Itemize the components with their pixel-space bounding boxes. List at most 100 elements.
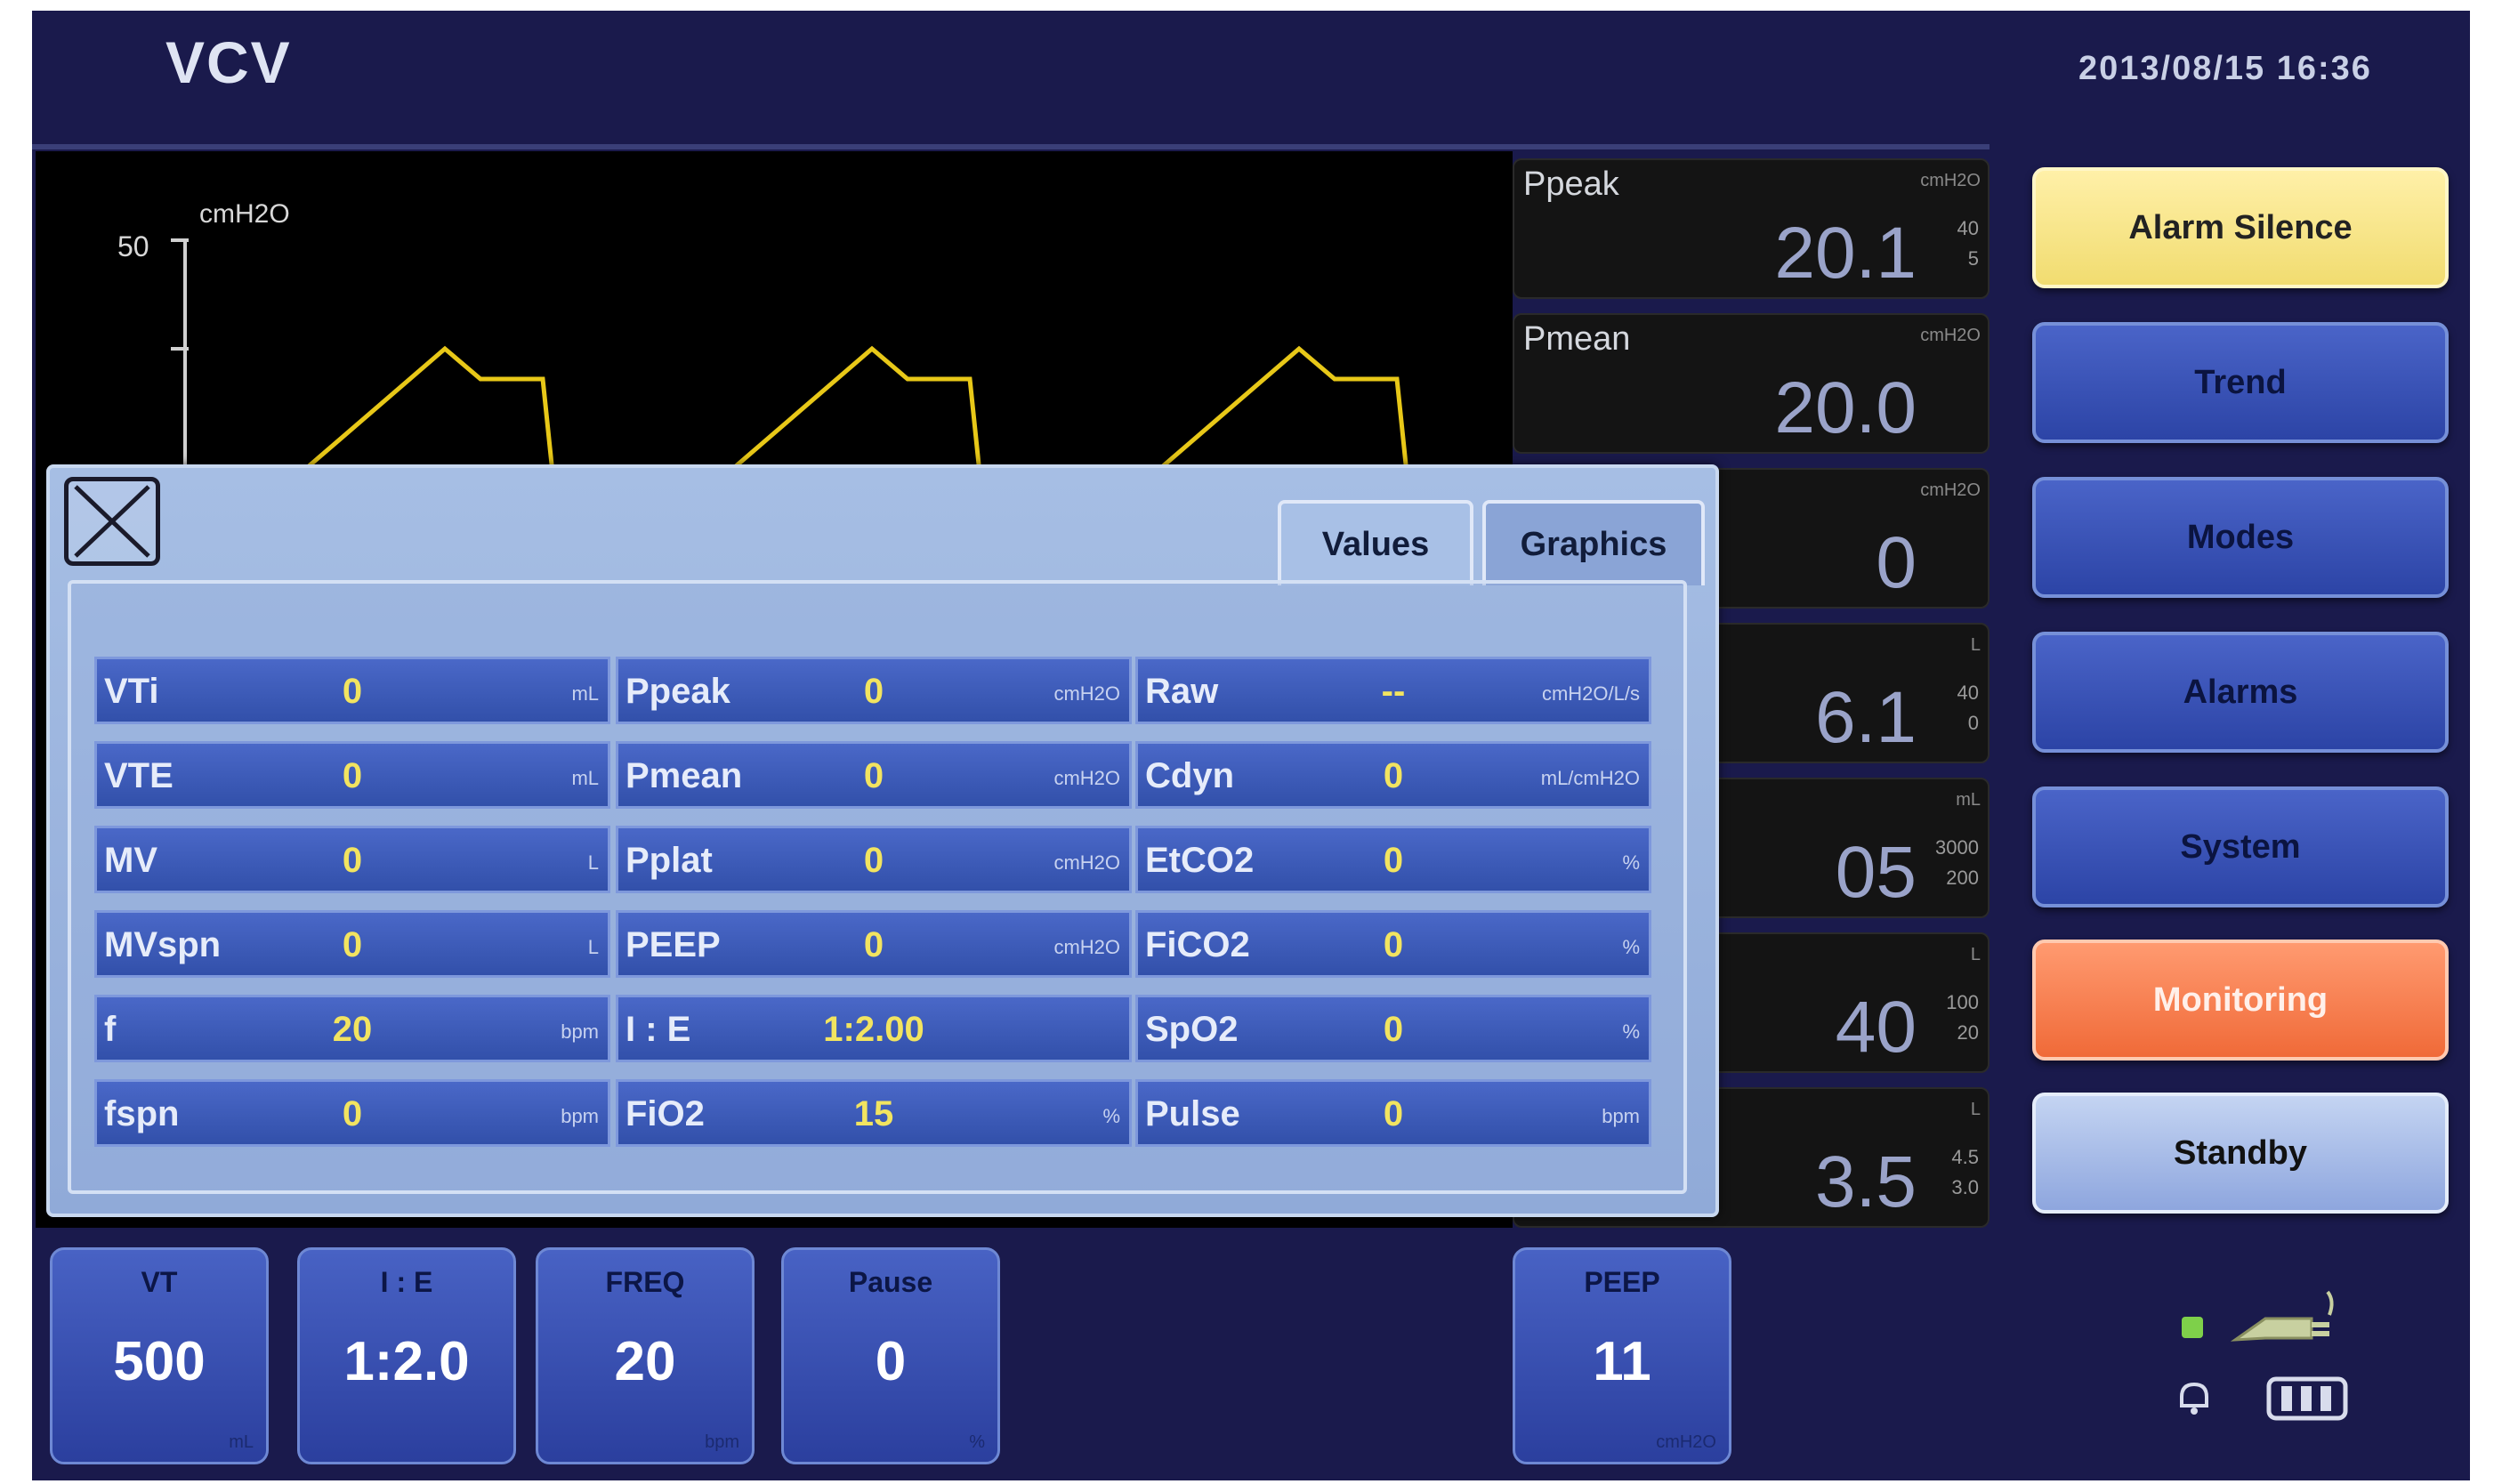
monitor-unit: cmH2O/L/s — [1541, 682, 1640, 705]
value-box: Pmean 20.0 cmH2O — [1513, 313, 1989, 454]
value-box-unit: cmH2O — [1920, 480, 1981, 500]
monitor-unit: bpm — [561, 1105, 599, 1127]
setting-vt-button[interactable]: VT 500 mL — [50, 1247, 269, 1464]
setting-freq-button[interactable]: FREQ 20 bpm — [536, 1247, 755, 1464]
monitor-value: 0 — [342, 841, 363, 880]
monitor-value: 0 — [342, 1094, 363, 1133]
setting-value: 500 — [113, 1331, 206, 1392]
setting-label: Pause — [848, 1266, 933, 1298]
setting-label: I : E — [380, 1266, 433, 1298]
value-box-value: 20.1 — [1774, 213, 1917, 294]
monitor-value: 1:2.00 — [823, 1010, 924, 1049]
monitor-unit: mL — [571, 682, 599, 705]
header-divider — [32, 144, 1989, 149]
value-box-value: 6.1 — [1815, 677, 1917, 758]
system-button[interactable]: System — [2032, 786, 2449, 907]
setting-ie-button[interactable]: I : E 1:2.0 — [297, 1247, 516, 1464]
monitor-cell-vte: VTE 0 mL — [94, 741, 610, 809]
value-box-unit: L — [1970, 945, 1981, 964]
monitor-unit: % — [1622, 936, 1640, 958]
monitor-value: 20 — [332, 1010, 373, 1049]
date-time: 2013/08/15 16:36 — [2078, 50, 2372, 87]
modes-button[interactable]: Modes — [2032, 477, 2449, 598]
monitor-unit: cmH2O — [1053, 682, 1120, 705]
monitor-value: 0 — [1383, 1094, 1404, 1133]
monitor-cell-pulse: Pulse 0 bpm — [1135, 1079, 1651, 1147]
monitor-value: 0 — [342, 672, 363, 711]
value-box-value: 05 — [1835, 832, 1917, 913]
tab-graphics[interactable]: Graphics — [1482, 500, 1705, 585]
close-button[interactable] — [64, 477, 160, 566]
monitor-cell-mv: MV 0 L — [94, 826, 610, 893]
value-box: Ppeak 20.1 cmH2O 40 5 — [1513, 158, 1989, 299]
value-box-label: Ppeak — [1523, 165, 1619, 203]
alarm-limit-low: 0 — [1967, 712, 1979, 734]
monitor-value: 0 — [863, 841, 884, 880]
waveform-unit: cmH2O — [199, 199, 290, 229]
monitor-cell-ie: I : E 1:2.00 — [616, 995, 1132, 1062]
monitor-cell-f: f 20 bpm — [94, 995, 610, 1062]
value-box-value: 20.0 — [1774, 367, 1917, 448]
alarm-limit-low: 3.0 — [1951, 1176, 1979, 1198]
ventilator-screen: VCV 2013/08/15 16:36 50 cmH2O Ppeak 20.1 c… — [32, 11, 2470, 1480]
value-box-unit: cmH2O — [1920, 326, 1981, 345]
monitor-value: 0 — [1383, 1010, 1404, 1049]
value-box-unit: L — [1970, 1100, 1981, 1119]
setting-unit: % — [969, 1432, 985, 1452]
monitor-unit: cmH2O — [1053, 767, 1120, 789]
tab-values[interactable]: Values — [1278, 500, 1473, 585]
monitor-unit: % — [1622, 851, 1640, 874]
close-icon — [74, 485, 150, 558]
value-box-value: 40 — [1835, 987, 1917, 1068]
trend-button[interactable]: Trend — [2032, 322, 2449, 443]
monitoring-button[interactable]: Monitoring — [2032, 940, 2449, 1061]
monitor-unit: L — [587, 851, 599, 874]
setting-value: 1:2.0 — [343, 1331, 470, 1392]
monitor-cell-vti: VTi 0 mL — [94, 657, 610, 724]
monitor-unit: mL/cmH2O — [1540, 767, 1640, 789]
setting-value: 20 — [614, 1331, 676, 1392]
setting-pause-button[interactable]: Pause 0% — [781, 1247, 1000, 1464]
monitor-cell-fio2: FiO2 15% — [616, 1079, 1132, 1147]
alarm-limit-high: 40 — [1957, 682, 1979, 704]
value-box-unit: mL — [1956, 790, 1981, 810]
setting-label: PEEP — [1584, 1266, 1660, 1298]
monitor-value: 0 — [863, 756, 884, 795]
setting-label: VT — [141, 1266, 178, 1298]
monitor-unit: mL — [571, 767, 599, 789]
setting-unit: bpm — [705, 1432, 739, 1452]
setting-peep-button[interactable]: PEEP 11 cmH2O — [1513, 1247, 1731, 1464]
monitor-unit: cmH2O — [1053, 936, 1120, 958]
monitor-cell-etco2: EtCO2 0% — [1135, 826, 1651, 893]
alarm-limit-low: 20 — [1957, 1021, 1979, 1044]
setting-unit: mL — [229, 1432, 254, 1452]
alarm-bell-icon — [2180, 1382, 2208, 1415]
value-box-label: Pmean — [1523, 320, 1631, 358]
monitoring-dialog: Values Graphics VTi 0 mL VTE 0 mL MV 0 L MVspn 0 Lf… — [46, 464, 1719, 1217]
monitor-value: 0 — [342, 925, 363, 964]
monitor-cell-pplat: Pplat 0 cmH2O — [616, 826, 1132, 893]
value-box-value: 0 — [1876, 522, 1917, 603]
alarm-limit-high: 3000 — [1935, 836, 1979, 859]
setting-unit: cmH2O — [1656, 1432, 1716, 1452]
monitor-value: 0 — [863, 672, 884, 711]
monitor-unit: % — [1102, 1105, 1120, 1127]
battery-icon — [2266, 1376, 2348, 1421]
monitor-cell-ppeak: Ppeak 0 cmH2O — [616, 657, 1132, 724]
monitor-value: 0 — [1383, 841, 1404, 880]
pressure-waveform: 50 cmH2O — [117, 199, 1413, 507]
waveform-scale-top: 50 — [117, 230, 149, 262]
alarms-button[interactable]: Alarms — [2032, 632, 2449, 753]
alarm-limit-high: 4.5 — [1951, 1146, 1979, 1168]
standby-button[interactable]: Standby — [2032, 1093, 2449, 1214]
monitor-cell-fspn: fspn 0 bpm — [94, 1079, 610, 1147]
power-led-icon — [2182, 1317, 2203, 1338]
monitor-cell-spo2: SpO2 0% — [1135, 995, 1651, 1062]
alarm-silence-button[interactable]: Alarm Silence — [2032, 167, 2449, 288]
monitor-cell-pmean: Pmean 0 cmH2O — [616, 741, 1132, 809]
monitor-cell-raw: Raw -- cmH2O/L/s — [1135, 657, 1651, 724]
value-box-unit: cmH2O — [1920, 171, 1981, 190]
monitor-unit: cmH2O — [1053, 851, 1120, 874]
monitor-unit: bpm — [1602, 1105, 1640, 1127]
alarm-limit-high: 100 — [1946, 991, 1979, 1013]
